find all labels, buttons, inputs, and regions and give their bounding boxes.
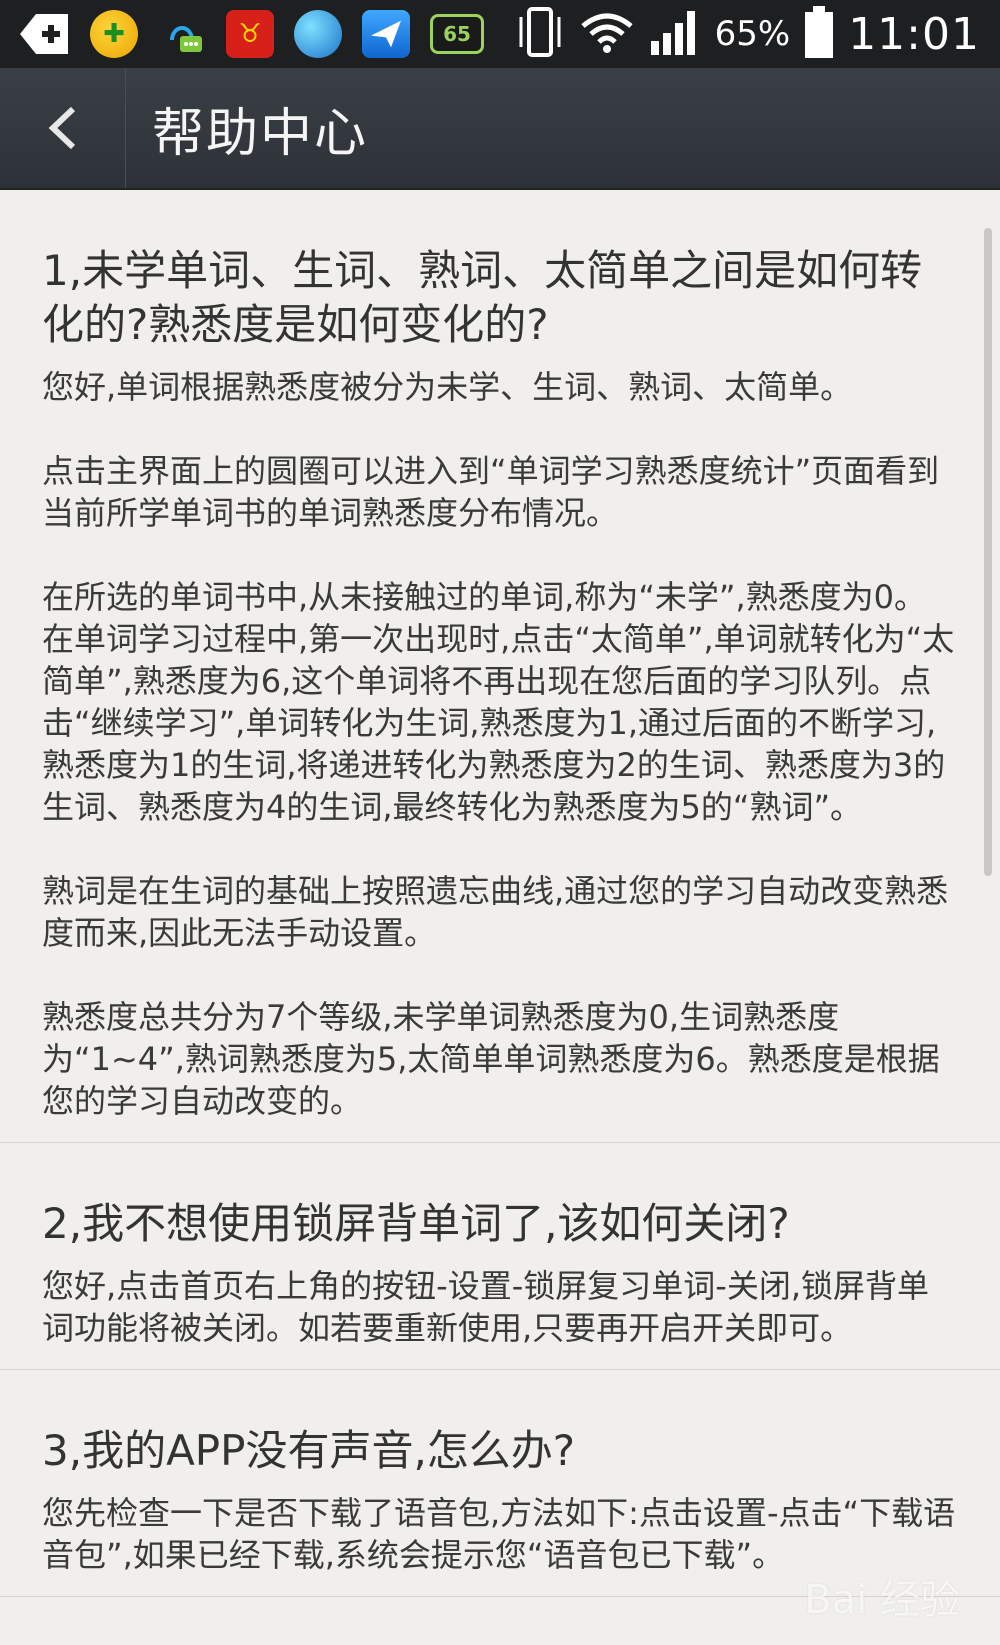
game-icon: ✚	[90, 10, 138, 58]
faq-answer: 您好,单词根据熟悉度被分为未学、生词、熟词、太简单。 点击主界面上的圆圈可以进入…	[42, 366, 958, 1122]
faq-item[interactable]: 1,未学单词、生词、熟词、太简单之间是如何转化的?熟悉度是如何变化的? 您好,单…	[0, 190, 1000, 1143]
chevron-left-icon	[48, 106, 75, 150]
watermark: Bai 经验	[804, 1577, 960, 1623]
clock: 11:01	[848, 8, 980, 60]
page-title: 帮助中心	[152, 103, 369, 164]
faq-question: 1,未学单词、生词、熟词、太简单之间是如何转化的?熟悉度是如何变化的?	[42, 246, 923, 349]
signal-icon	[649, 7, 701, 61]
faq-question: 3,我的APP没有声音,怎么办?	[42, 1426, 576, 1475]
scrollbar[interactable]	[984, 228, 992, 876]
faq-answer-paragraph: 点击主界面上的圆圈可以进入到“单词学习熟悉度统计”页面看到当前所学单词书的单词熟…	[42, 452, 940, 532]
badge-65-icon: 65	[430, 14, 484, 54]
faq-answer-paragraph: 熟词是在生词的基础上按照遗忘曲线,通过您的学习自动改变熟悉度而来,因此无法手动设…	[42, 872, 949, 952]
qq-icon	[158, 10, 206, 58]
browser-icon	[294, 10, 342, 58]
wifi-icon	[579, 10, 635, 58]
notification-icons: ✚ ♉ 65	[0, 10, 484, 58]
faq-answer-paragraph: 您好,单词根据熟悉度被分为未学、生词、熟词、太简单。	[42, 368, 853, 406]
faq-content[interactable]: 1,未学单词、生词、熟词、太简单之间是如何转化的?熟悉度是如何变化的? 您好,单…	[0, 190, 1000, 1645]
title-bar: 帮助中心	[0, 68, 1000, 190]
bull-icon: ♉	[226, 10, 274, 58]
faq-answer-paragraph: 您好,点击首页右上角的按钮-设置-锁屏复习单词-关闭,锁屏背单词功能将被关闭。如…	[42, 1267, 929, 1347]
battery-icon	[804, 6, 834, 62]
faq-answer-paragraph: 熟悉度总共分为7个等级,未学单词熟悉度为0,生词熟悉度为“1~4”,熟词熟悉度为…	[42, 998, 940, 1120]
faq-answer-paragraph: 在所选的单词书中,从未接触过的单词,称为“未学”,熟悉度为0。在单词学习过程中,…	[42, 578, 955, 826]
battery-percent: 65%	[714, 14, 791, 54]
status-bar: ✚ ♉ 65 65% 11:01	[0, 0, 1000, 68]
status-right: 65% 11:01	[515, 0, 980, 68]
faq-question: 2,我不想使用锁屏背单词了,该如何关闭?	[42, 1199, 790, 1248]
back-icon	[18, 12, 70, 56]
faq-item[interactable]: 3,我的APP没有声音,怎么办? 您先检查一下是否下载了语音包,方法如下:点击设…	[0, 1370, 1000, 1597]
bird-icon	[362, 10, 410, 58]
screen: ✚ ♉ 65 65% 11:01 帮助中心 1,未学单词、生词、熟词、太简单之间…	[0, 0, 1000, 1645]
faq-answer-paragraph: 您先检查一下是否下载了语音包,方法如下:点击设置-点击“下载语音包”,如果已经下…	[42, 1494, 956, 1574]
vibrate-icon	[515, 5, 565, 63]
faq-answer: 您好,点击首页右上角的按钮-设置-锁屏复习单词-关闭,锁屏背单词功能将被关闭。如…	[42, 1265, 958, 1349]
faq-answer: 您先检查一下是否下载了语音包,方法如下:点击设置-点击“下载语音包”,如果已经下…	[42, 1492, 958, 1576]
back-button[interactable]	[0, 68, 126, 188]
faq-item[interactable]: 2,我不想使用锁屏背单词了,该如何关闭? 您好,点击首页右上角的按钮-设置-锁屏…	[0, 1143, 1000, 1370]
